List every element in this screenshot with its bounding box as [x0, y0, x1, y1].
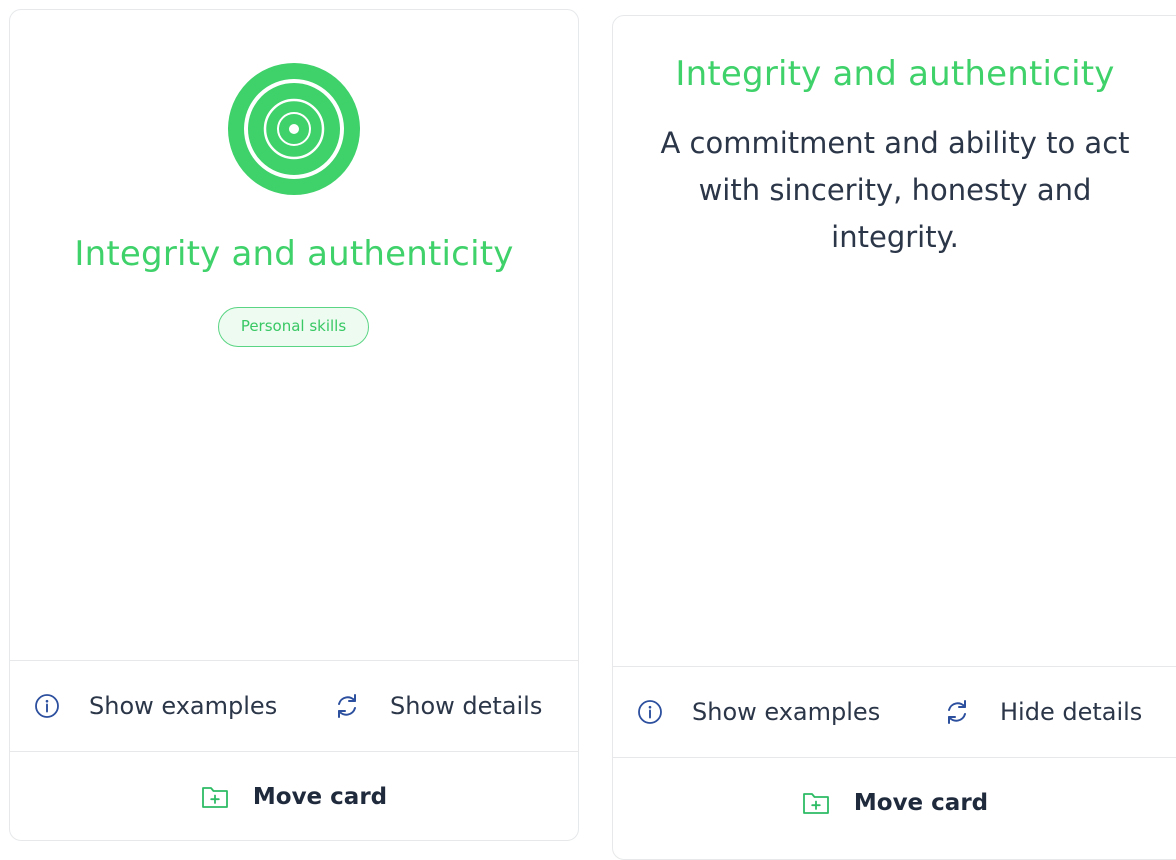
- show-examples-label: Show examples: [89, 692, 278, 720]
- show-examples-button[interactable]: Show examples: [637, 667, 880, 757]
- move-card-button[interactable]: Move card: [10, 752, 578, 840]
- folder-add-icon: [201, 787, 228, 808]
- skill-card-front: Integrity and authenticity Personal skil…: [9, 9, 579, 841]
- info-icon: [35, 694, 59, 718]
- info-icon: [638, 700, 662, 724]
- refresh-icon: [338, 694, 356, 718]
- show-details-label: Show details: [390, 692, 543, 720]
- show-details-button[interactable]: Show details: [333, 661, 542, 751]
- card-description: A commitment and ability to act with sin…: [660, 126, 1130, 254]
- card-title: Integrity and authenticity: [74, 234, 514, 274]
- concentric-target-icon: [228, 63, 360, 195]
- show-examples-button[interactable]: Show examples: [34, 661, 277, 751]
- card-actions-row: Show examples Hide details: [613, 666, 1176, 758]
- hide-details-label: Hide details: [1000, 698, 1143, 726]
- move-card-label: Move card: [853, 790, 989, 816]
- show-examples-label: Show examples: [692, 698, 881, 726]
- move-card-label: Move card: [252, 784, 388, 810]
- folder-add-icon: [802, 793, 829, 814]
- card-title: Integrity and authenticity: [675, 54, 1115, 94]
- card-actions-row: Show examples Show details: [10, 660, 578, 752]
- refresh-icon: [948, 700, 966, 724]
- skill-card-back: Integrity and authenticity A commitment …: [612, 15, 1176, 860]
- hide-details-button[interactable]: Hide details: [943, 667, 1142, 757]
- move-card-button[interactable]: Move card: [613, 758, 1176, 848]
- category-badge: Personal skills: [218, 307, 369, 347]
